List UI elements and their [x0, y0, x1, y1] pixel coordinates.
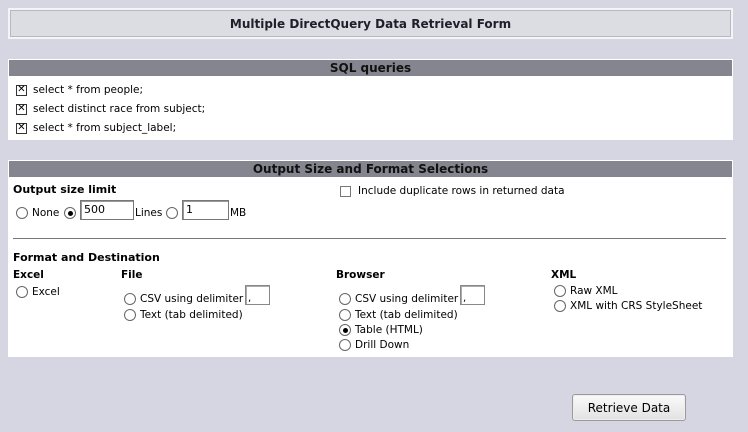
xml-raw-radio[interactable]	[554, 285, 566, 297]
format-destination-label: Format and Destination	[13, 251, 160, 264]
size-mb-option[interactable]	[166, 205, 178, 221]
file-heading: File	[121, 269, 143, 281]
browser-table-option[interactable]: Table (HTML)	[339, 322, 423, 338]
include-duplicates-checkbox[interactable]	[340, 185, 351, 197]
file-text-option[interactable]: Text (tab delimited)	[124, 307, 243, 323]
mb-input[interactable]: 1	[182, 200, 229, 220]
browser-table-radio[interactable]	[339, 324, 351, 336]
excel-option[interactable]: Excel	[16, 284, 60, 300]
excel-radio[interactable]	[16, 286, 28, 298]
size-mb-radio[interactable]	[166, 207, 178, 219]
xml-crs-option[interactable]: XML with CRS StyleSheet	[554, 298, 702, 314]
xml-heading: XML	[551, 269, 577, 281]
file-csv-label: CSV using delimiter	[140, 293, 244, 305]
browser-table-label: Table (HTML)	[355, 324, 423, 336]
file-text-radio[interactable]	[124, 309, 136, 321]
query-text: select * from subject_label;	[33, 122, 177, 134]
query-text: select distinct race from subject;	[33, 103, 206, 115]
query-text: select * from people;	[33, 84, 144, 96]
browser-text-radio[interactable]	[339, 309, 351, 321]
browser-delimiter-input[interactable]: ,	[460, 285, 485, 305]
browser-drill-label: Drill Down	[355, 339, 410, 351]
browser-text-label: Text (tab delimited)	[355, 309, 458, 321]
excel-heading: Excel	[13, 269, 44, 281]
divider	[13, 238, 726, 239]
xml-raw-label: Raw XML	[570, 285, 618, 297]
file-csv-option[interactable]: CSV using delimiter	[124, 291, 243, 307]
output-header: Output Size and Format Selections	[8, 160, 733, 178]
browser-text-option[interactable]: Text (tab delimited)	[339, 307, 458, 323]
query-checkbox[interactable]: ✕	[16, 84, 27, 96]
lines-input[interactable]: 500	[80, 200, 134, 220]
browser-drill-option[interactable]: Drill Down	[339, 337, 409, 353]
mb-unit: MB	[230, 207, 247, 219]
file-text-label: Text (tab delimited)	[140, 309, 243, 321]
include-duplicates-option[interactable]: Include duplicate rows in returned data	[340, 183, 565, 199]
lines-unit: Lines	[135, 207, 163, 219]
xml-raw-option[interactable]: Raw XML	[554, 283, 618, 299]
form-title: Multiple DirectQuery Data Retrieval Form	[8, 8, 733, 39]
query-row: ✕ select * from people;	[16, 83, 143, 97]
excel-option-label: Excel	[32, 286, 60, 298]
file-delimiter-input[interactable]: ,	[245, 285, 270, 305]
query-checkbox[interactable]: ✕	[16, 103, 27, 115]
sql-queries-header: SQL queries	[8, 59, 733, 77]
query-row: ✕ select * from subject_label;	[16, 121, 176, 135]
browser-heading: Browser	[336, 269, 385, 281]
query-row: ✕ select distinct race from subject;	[16, 102, 205, 116]
size-none-label: None	[32, 207, 60, 219]
browser-csv-radio[interactable]	[339, 293, 351, 305]
output-panel: Output Size and Format Selections Output…	[8, 160, 733, 357]
xml-crs-label: XML with CRS StyleSheet	[570, 300, 703, 312]
query-checkbox[interactable]: ✕	[16, 122, 27, 134]
browser-csv-option[interactable]: CSV using delimiter	[339, 291, 458, 307]
browser-csv-label: CSV using delimiter	[355, 293, 459, 305]
output-size-limit-label: Output size limit	[13, 183, 117, 196]
size-lines-option[interactable]	[64, 205, 76, 221]
browser-drill-radio[interactable]	[339, 339, 351, 351]
sql-queries-panel: SQL queries ✕ select * from people; ✕ se…	[8, 59, 733, 140]
retrieve-data-button[interactable]: Retrieve Data	[572, 394, 686, 421]
xml-crs-radio[interactable]	[554, 300, 566, 312]
size-none-option[interactable]: None	[16, 205, 59, 221]
size-none-radio[interactable]	[16, 207, 28, 219]
size-lines-radio[interactable]	[64, 207, 76, 219]
file-csv-radio[interactable]	[124, 293, 136, 305]
include-duplicates-label: Include duplicate rows in returned data	[358, 185, 565, 197]
